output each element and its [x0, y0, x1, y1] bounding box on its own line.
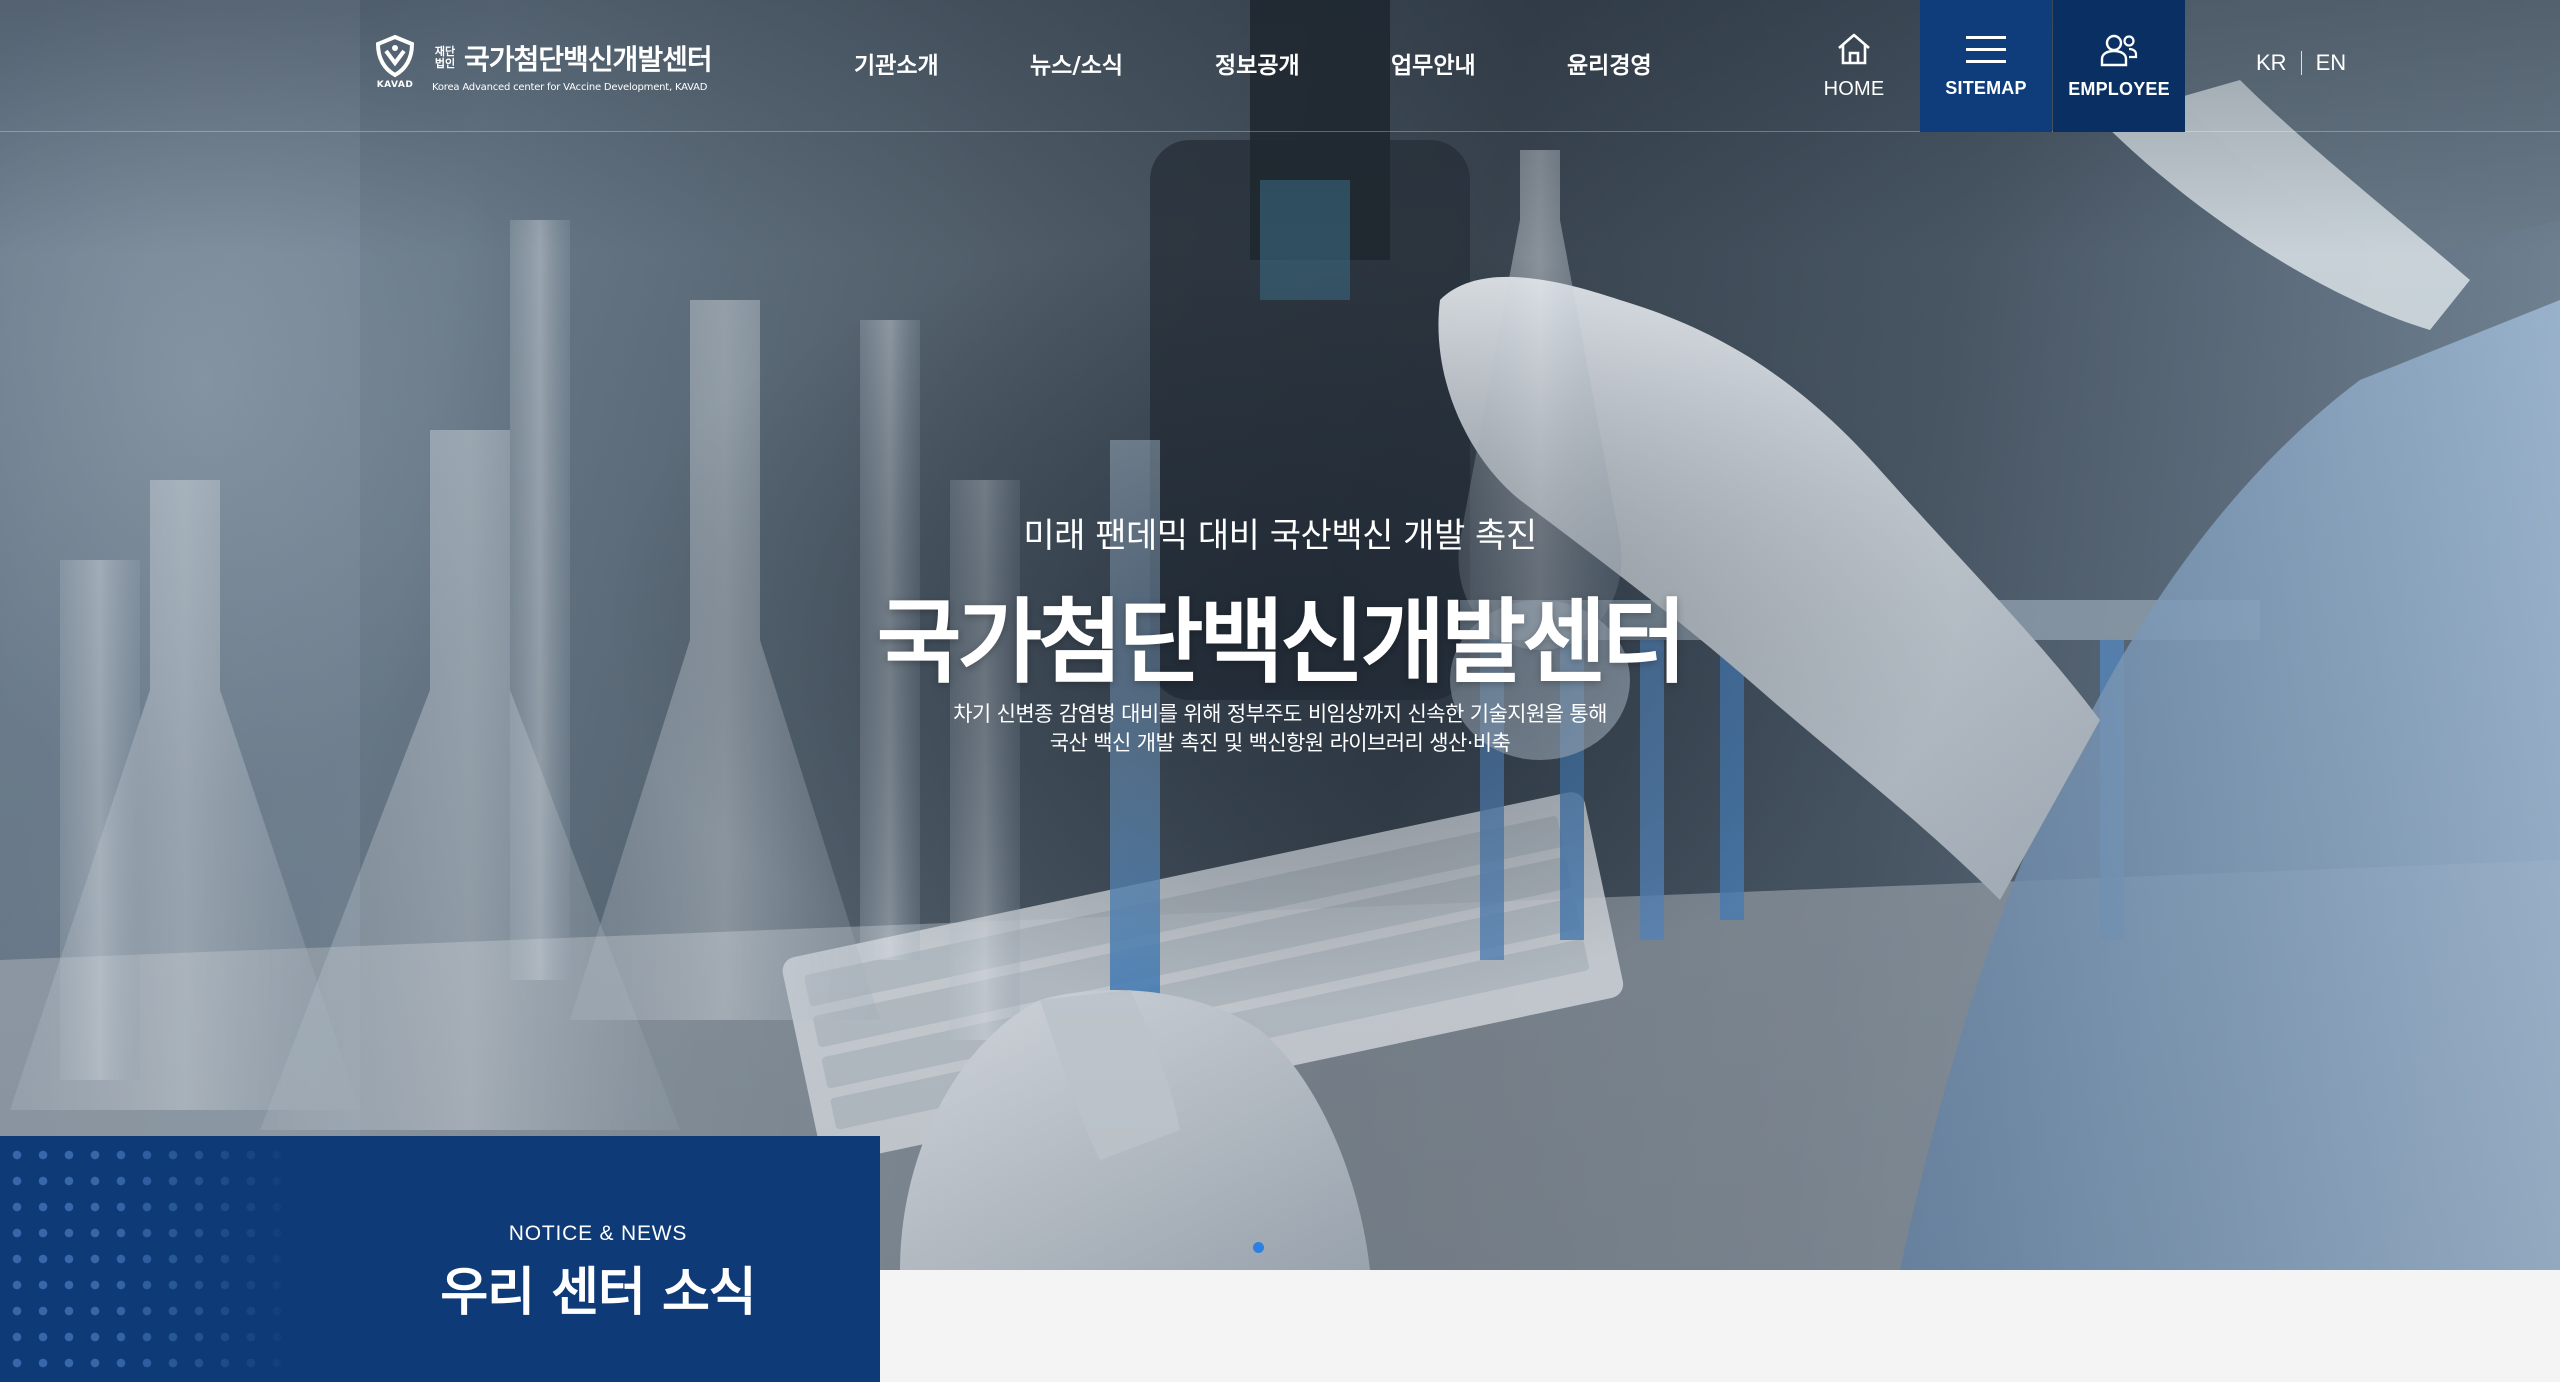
sitemap-button[interactable]: SITEMAP — [1920, 0, 2052, 132]
employee-label: EMPLOYEE — [2068, 78, 2170, 99]
hero-description: 차기 신변종 감염병 대비를 위해 정부주도 비임상까지 신속한 기술지원을 통… — [0, 700, 2560, 758]
nav-item-disclosure[interactable]: 정보공개 — [1215, 46, 1300, 80]
notice-title: 우리 센터 소식 — [440, 1263, 756, 1323]
nav-item-ethics[interactable]: 윤리경영 — [1567, 46, 1652, 80]
employee-button[interactable]: EMPLOYEE — [2053, 0, 2185, 132]
hero-title: 국가첨단백신개발센터 — [876, 589, 1687, 696]
language-kr-link[interactable]: KR — [2256, 50, 2287, 76]
hero-description-line-1: 차기 신변종 감염병 대비를 위해 정부주도 비임상까지 신속한 기술지원을 통… — [953, 702, 1607, 726]
logo-name: 국가첨단백신개발센터 — [464, 42, 713, 76]
language-switcher: KR EN — [2256, 50, 2346, 76]
home-label: HOME — [1823, 77, 1885, 100]
user-group-icon — [2100, 34, 2138, 66]
language-en-link[interactable]: EN — [2316, 50, 2347, 76]
language-divider — [2300, 51, 2302, 75]
nav-item-news[interactable]: 뉴스/소식 — [1030, 46, 1123, 80]
menu-icon — [1966, 35, 2006, 63]
shield-logo-icon: KAVAD — [372, 34, 418, 96]
site-logo[interactable]: KAVAD 재단 법인 국가첨단백신개발센터 Korea Advanced ce… — [372, 34, 713, 96]
home-icon — [1838, 33, 1870, 64]
hero-kicker: 미래 팬데믹 대비 국산백신 개발 촉진 — [1023, 516, 1537, 556]
site-header: KAVAD 재단 법인 국가첨단백신개발센터 Korea Advanced ce… — [0, 0, 2560, 132]
nav-item-business[interactable]: 업무안내 — [1391, 46, 1476, 80]
logo-subtitle: Korea Advanced center for VAccine Develo… — [432, 81, 708, 93]
sitemap-label: SITEMAP — [1945, 77, 2027, 98]
home-button[interactable]: HOME — [1800, 0, 1908, 132]
hero-description-line-2: 국산 백신 개발 촉진 및 백신항원 라이브러리 생산·비축 — [1049, 731, 1511, 755]
logo-prefix: 재단 법인 — [434, 44, 456, 70]
nav-item-about[interactable]: 기관소개 — [854, 46, 939, 80]
logo-wordmark: 재단 법인 국가첨단백신개발센터 Korea Advanced center f… — [432, 38, 713, 93]
page: KAVAD 재단 법인 국가첨단백신개발센터 Korea Advanced ce… — [0, 0, 2560, 1382]
slide-indicator-dot[interactable] — [1253, 1242, 1264, 1253]
logo-emblem-text: KAVAD — [376, 80, 414, 90]
notice-eyebrow: NOTICE & NEWS — [508, 1222, 688, 1245]
